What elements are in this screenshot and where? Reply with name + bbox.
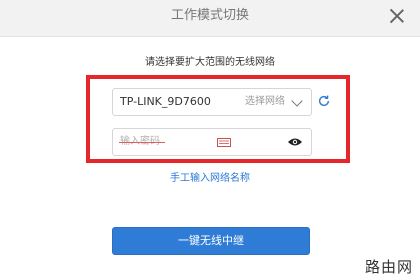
eye-icon[interactable] (287, 137, 303, 147)
placeholder-strikethrough (119, 142, 165, 143)
select-network-hint[interactable]: 选择网络 (245, 89, 285, 115)
instruction-text: 请选择要扩大范围的无线网络 (145, 57, 275, 68)
one-click-repeat-button[interactable]: 一键无线中继 (112, 227, 310, 255)
keyboard-icon[interactable] (217, 138, 231, 147)
close-icon[interactable] (388, 7, 406, 25)
selected-ssid: TP-LINK_9D7600 (120, 95, 211, 108)
site-watermark: 路由网 (358, 254, 420, 280)
dialog-title: 工作模式切换 (170, 8, 249, 23)
chevron-down-icon[interactable] (291, 95, 303, 107)
network-select[interactable]: TP-LINK_9D7600 选择网络 (112, 88, 312, 116)
manual-network-entry-link[interactable]: 手工输入网络名称 (0, 169, 420, 184)
password-field[interactable]: 输入密码 (112, 128, 312, 156)
refresh-icon[interactable] (317, 94, 331, 108)
dialog-titlebar: 工作模式切换 (0, 0, 420, 37)
